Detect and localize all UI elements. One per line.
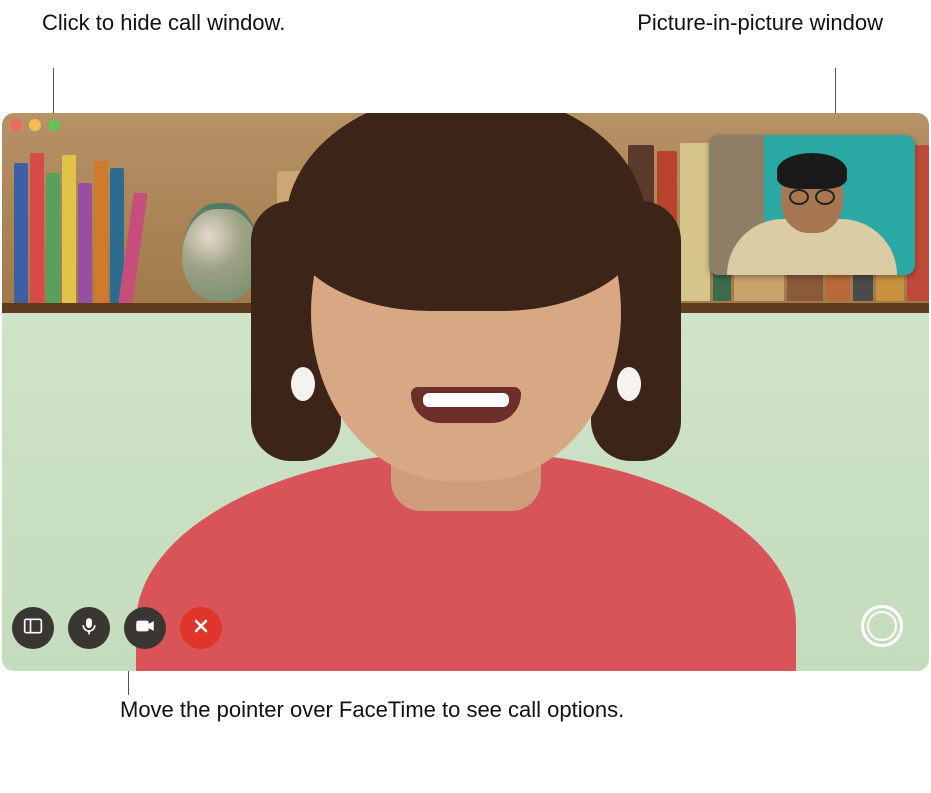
close-button[interactable]: [10, 119, 22, 131]
live-photo-button[interactable]: [861, 605, 903, 647]
sidebar-button[interactable]: [12, 607, 54, 649]
callout-hide-window: Click to hide call window.: [42, 8, 285, 38]
close-icon: [191, 616, 211, 641]
scene-books: [14, 153, 140, 303]
call-controls: [12, 607, 222, 649]
mute-button[interactable]: [68, 607, 110, 649]
sidebar-icon: [23, 616, 43, 641]
video-button[interactable]: [124, 607, 166, 649]
callout-options: Move the pointer over FaceTime to see ca…: [120, 695, 624, 725]
fullscreen-button[interactable]: [48, 119, 60, 131]
callout-pip: Picture-in-picture window: [637, 8, 883, 38]
microphone-icon: [79, 616, 99, 641]
facetime-window: [2, 113, 929, 671]
window-controls: [10, 119, 60, 131]
end-call-button[interactable]: [180, 607, 222, 649]
pip-self-view[interactable]: [709, 135, 915, 275]
minimize-button[interactable]: [29, 119, 41, 131]
video-icon: [135, 616, 155, 641]
remote-participant-video: [146, 121, 786, 671]
